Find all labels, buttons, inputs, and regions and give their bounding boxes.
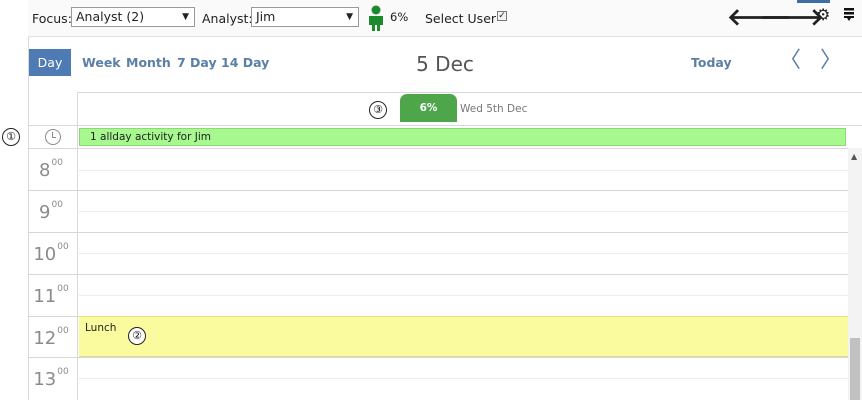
clock-icon — [45, 129, 61, 145]
dropdown-arrow-icon: ▼ — [346, 12, 353, 22]
hour-line — [28, 274, 848, 275]
view-week-button[interactable]: Week — [82, 50, 121, 76]
header-top-border — [77, 92, 862, 93]
allday-bottom-border — [28, 148, 862, 149]
half-hour-line — [79, 295, 848, 296]
half-hour-line — [79, 170, 848, 171]
user-percent: 6% — [390, 10, 409, 24]
view-day-button[interactable]: Day — [29, 49, 71, 76]
view-14day-button[interactable]: 14 Day — [221, 50, 269, 76]
event-title: Lunch — [85, 322, 117, 334]
view-month-button[interactable]: Month — [126, 50, 171, 76]
gear-icon[interactable]: ⚙ — [816, 5, 830, 24]
list-icon[interactable] — [843, 7, 855, 22]
analyst-select[interactable]: Jim ▼ — [251, 7, 359, 27]
half-hour-line — [79, 378, 848, 379]
arrow-right-icon[interactable]: 🡒 — [760, 4, 824, 30]
allday-activity[interactable]: 1 allday activity for Jim — [79, 128, 846, 146]
select-user-label: Select User — [425, 11, 497, 26]
scrollbar-thumb[interactable] — [850, 338, 860, 400]
chevron-left-icon[interactable]: 〈 — [779, 47, 801, 75]
day-percent-badge[interactable]: 6% — [400, 94, 457, 122]
event-lunch[interactable]: Lunch — [79, 316, 848, 357]
callout-2: ② — [128, 327, 146, 345]
hour-line — [28, 357, 848, 358]
chevron-right-icon[interactable]: 〉 — [820, 47, 842, 75]
scroll-up-icon[interactable]: ▲ — [851, 152, 857, 161]
analyst-label: Analyst: — [202, 11, 253, 26]
date-title: 5 Dec — [416, 52, 474, 76]
hour-label: 900 — [39, 200, 63, 223]
header-bottom-border — [28, 125, 862, 126]
person-icon[interactable] — [366, 5, 386, 31]
focus-select-value: Analyst (2) — [76, 9, 145, 24]
today-button[interactable]: Today — [691, 50, 732, 76]
focus-label: Focus: — [32, 11, 72, 26]
half-hour-line — [79, 211, 848, 212]
hour-label: 800 — [39, 158, 63, 181]
day-column-label[interactable]: Wed 5th Dec — [460, 103, 527, 115]
hour-line — [28, 232, 848, 233]
focus-select[interactable]: Analyst (2) ▼ — [71, 7, 195, 27]
analyst-select-value: Jim — [256, 9, 276, 24]
time-column-border — [77, 92, 78, 400]
hour-label: 1100 — [33, 284, 69, 307]
hour-label: 1200 — [33, 326, 69, 349]
hour-line — [28, 190, 848, 191]
select-user-checkbox[interactable]: ✓ — [497, 11, 507, 21]
hour-label: 1000 — [33, 242, 69, 265]
dropdown-arrow-icon: ▼ — [182, 12, 189, 22]
view-7day-button[interactable]: 7 Day — [177, 50, 217, 76]
half-hour-line — [79, 253, 848, 254]
callout-1: ① — [2, 128, 20, 146]
hour-label: 1300 — [33, 367, 69, 390]
callout-3: ③ — [369, 101, 387, 119]
